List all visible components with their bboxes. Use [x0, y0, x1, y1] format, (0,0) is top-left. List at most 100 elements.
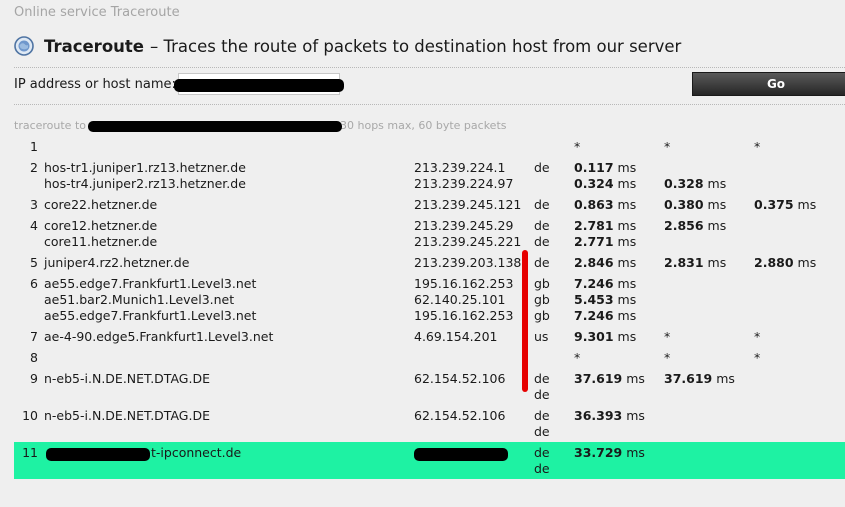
country-code — [534, 350, 574, 366]
rtt-value: 0.117 ms — [574, 160, 637, 175]
hostname: n-eb5-i.N.DE.NET.DTAG.DE — [44, 408, 210, 423]
country-code: gb — [534, 292, 550, 307]
hostname: hos-tr4.juniper2.rz13.hetzner.de — [44, 176, 246, 191]
ip-address: 62.154.52.106 — [414, 408, 506, 423]
rtt-value — [664, 234, 754, 250]
hop-country — [534, 347, 574, 368]
ip-address: 213.239.245.121 — [414, 197, 522, 212]
breadcrumb: Online service Traceroute — [14, 5, 180, 20]
rtt-value — [574, 424, 664, 440]
table-row: 7 ae-4-90.edge5.Frankfurt1.Level3.net 4.69… — [14, 326, 845, 347]
rtt-value: 33.729 ms — [574, 445, 645, 460]
hop-time-3: * — [754, 326, 845, 347]
hop-number-text: 9 — [30, 371, 38, 386]
hop-country: de de — [534, 405, 574, 442]
hop-time-1: * — [574, 347, 664, 368]
trace-form: IP address or host name: Go — [14, 72, 845, 98]
hop-number-text: 3 — [30, 197, 38, 212]
country-code: de — [534, 387, 550, 402]
hop-ips — [414, 347, 534, 368]
rtt-value: 2.880 ms — [754, 255, 817, 270]
host-label: IP address or host name: — [14, 77, 176, 92]
hop-time-1: 0.863 ms — [574, 194, 664, 215]
hop-number-text: 7 — [30, 329, 38, 344]
rtt-value: 37.619 ms — [574, 371, 645, 386]
rtt-value — [574, 461, 664, 477]
go-button[interactable]: Go — [692, 72, 845, 96]
hop-number: 9 — [14, 368, 44, 405]
rtt-value — [664, 424, 754, 440]
ip-address: 62.154.52.106 — [414, 371, 506, 386]
rtt-value: * — [754, 329, 761, 344]
hostname: ae-4-90.edge5.Frankfurt1.Level3.net — [44, 329, 274, 344]
rtt-value: * — [664, 139, 671, 154]
rtt-value — [664, 387, 754, 403]
rtt-value — [664, 408, 754, 424]
hop-time-3: 0.375 ms — [754, 194, 845, 215]
rtt-value: 0.375 ms — [754, 197, 817, 212]
hostname: ae55.edge7.Frankfurt1.Level3.net — [44, 276, 257, 291]
hop-time-3 — [754, 442, 845, 479]
country-code: gb — [534, 276, 550, 291]
rtt-value: 36.393 ms — [574, 408, 645, 423]
table-row: 4 core12.hetzner.de core11.hetzner.de 213.2… — [14, 215, 845, 252]
rtt-value — [574, 387, 664, 403]
country-code: de — [534, 255, 550, 270]
hop-hosts: hos-tr1.juniper1.rz13.hetzner.de hos-tr4.… — [44, 157, 414, 194]
hostname: ae51.bar2.Munich1.Level3.net — [44, 292, 235, 307]
globe-icon — [14, 36, 34, 56]
hop-time-1: 2.846 ms — [574, 252, 664, 273]
redaction-mark — [174, 79, 344, 92]
table-row: 5 juniper4.rz2.hetzner.de 213.239.203.138 d… — [14, 252, 845, 273]
command-prefix: traceroute to — [14, 119, 86, 132]
rtt-value: * — [754, 139, 761, 154]
hop-number-text: 10 — [22, 408, 38, 423]
hop-number: 11 — [14, 442, 44, 479]
hop-hosts: n-eb5-i.N.DE.NET.DTAG.DE — [44, 368, 414, 405]
country-code: de — [534, 371, 550, 386]
hop-time-1: 33.729 ms — [574, 442, 664, 479]
hop-ips: 62.154.52.106 — [414, 368, 534, 405]
hop-time-1: 37.619 ms — [574, 368, 664, 405]
hop-time-2: 0.328 ms — [664, 157, 754, 194]
rtt-value — [754, 408, 845, 424]
table-row: 9 n-eb5-i.N.DE.NET.DTAG.DE 62.154.52.106 … — [14, 368, 845, 405]
hop-time-1: 7.246 ms 5.453 ms 7.246 ms — [574, 273, 664, 326]
hop-number-text: 6 — [30, 276, 38, 291]
hostname — [44, 461, 414, 477]
rtt-value — [664, 308, 754, 324]
rtt-value: 2.846 ms — [574, 255, 637, 270]
hop-time-1: 9.301 ms — [574, 326, 664, 347]
hop-time-3 — [754, 368, 845, 405]
hop-ips: 213.239.224.1 213.239.224.97 — [414, 157, 534, 194]
hop-time-2: * — [664, 347, 754, 368]
country-code: de — [534, 218, 550, 233]
hop-ips: 195.16.162.253 62.140.25.101 195.16.162.25… — [414, 273, 534, 326]
hop-hosts: n-eb5-i.N.DE.NET.DTAG.DE — [44, 405, 414, 442]
rtt-value: 0.328 ms — [664, 176, 727, 191]
hop-number-text: 4 — [30, 218, 38, 233]
rtt-value — [754, 276, 845, 292]
ip-address: 62.140.25.101 — [414, 292, 506, 307]
hop-country — [534, 136, 574, 157]
rtt-value — [664, 461, 754, 477]
rtt-value — [664, 445, 754, 461]
divider — [14, 104, 845, 105]
hop-time-2: 2.856 ms — [664, 215, 754, 252]
hop-hosts: core22.hetzner.de — [44, 194, 414, 215]
table-row: 3 core22.hetzner.de 213.239.245.121 de 0.863… — [14, 194, 845, 215]
rtt-value — [754, 218, 845, 234]
hop-hosts — [44, 347, 414, 368]
rtt-value: 2.771 ms — [574, 234, 637, 249]
ip-address — [414, 350, 534, 366]
hop-number: 3 — [14, 194, 44, 215]
rtt-value: 0.863 ms — [574, 197, 637, 212]
hop-ips: 213.239.203.138 — [414, 252, 534, 273]
rtt-value: 0.380 ms — [664, 197, 727, 212]
rtt-value: 0.324 ms — [574, 176, 637, 191]
hop-ips — [414, 136, 534, 157]
rtt-value: 2.781 ms — [574, 218, 637, 233]
hostname — [44, 387, 414, 403]
hop-number: 4 — [14, 215, 44, 252]
hop-hosts: ae-4-90.edge5.Frankfurt1.Level3.net — [44, 326, 414, 347]
